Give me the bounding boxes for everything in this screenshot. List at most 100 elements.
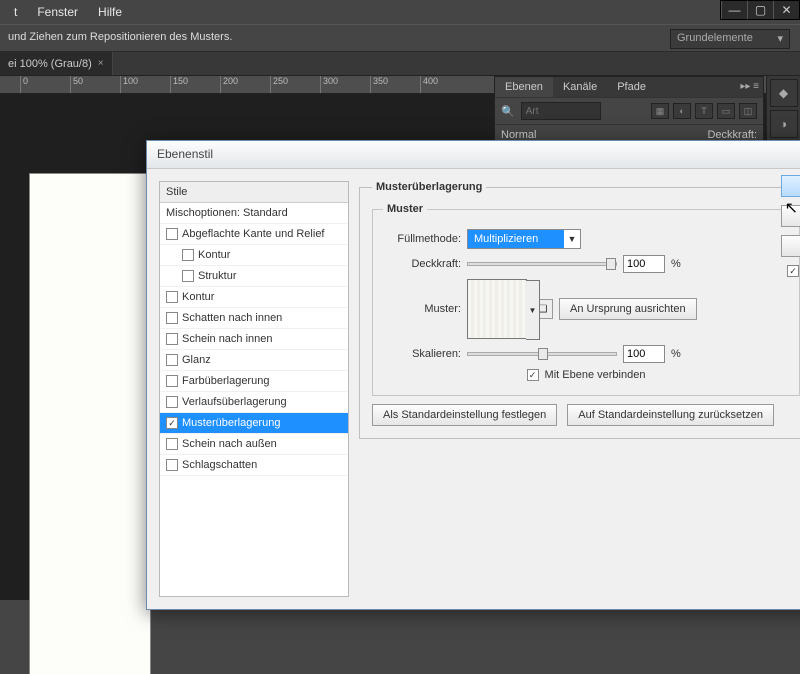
new-style-button[interactable]: N (781, 235, 800, 257)
style-item[interactable]: Kontur (160, 287, 348, 308)
preview-checkbox[interactable]: ✓ (787, 265, 799, 277)
document-tab-label: ei 100% (Grau/8) (8, 58, 92, 70)
opacity-label: Deckkraft: (383, 258, 461, 270)
style-checkbox[interactable] (182, 249, 194, 261)
adjust-dock-icon[interactable]: ◑ (770, 110, 798, 138)
style-checkbox[interactable] (166, 228, 178, 240)
style-item-label: Glanz (182, 354, 211, 366)
style-item-label: Abgeflachte Kante und Relief (182, 228, 325, 240)
scale-slider[interactable] (467, 352, 617, 356)
menu-item[interactable]: Fenster (27, 5, 88, 19)
style-checkbox[interactable] (166, 354, 178, 366)
layer-style-dialog: Ebenenstil Stile Mischoptionen: Standard… (146, 140, 800, 610)
style-checkbox[interactable] (166, 396, 178, 408)
ruler-tick: 400 (420, 76, 470, 93)
chevron-down-icon: ▼ (564, 234, 580, 244)
layers-panel: Ebenen Kanäle Pfade ▸▸ ≡ 🔍 ▦ ◐ T ▭ ◫ Nor… (494, 76, 764, 146)
menu-item[interactable]: Hilfe (88, 5, 132, 19)
scale-input[interactable] (623, 345, 665, 363)
style-checkbox[interactable] (166, 417, 178, 429)
style-checkbox[interactable] (166, 375, 178, 387)
filter-type-icon[interactable]: T (695, 103, 713, 119)
ok-button[interactable] (781, 175, 800, 197)
document-tab-row: ei 100% (Grau/8) × (0, 52, 800, 76)
make-default-button[interactable]: Als Standardeinstellung festlegen (372, 404, 557, 426)
minimize-button[interactable]: — (721, 1, 747, 19)
style-settings: Musterüberlagerung Muster Füllmethode: M… (359, 181, 800, 597)
layers-dock-icon[interactable]: ◆ (770, 79, 798, 107)
style-item-label: Schatten nach innen (182, 312, 282, 324)
style-item[interactable]: Struktur (160, 266, 348, 287)
cancel-button[interactable]: A (781, 205, 800, 227)
style-checkbox[interactable] (166, 312, 178, 324)
style-item[interactable]: Schatten nach innen (160, 308, 348, 329)
ruler-tick: 250 (270, 76, 320, 93)
pattern-swatch[interactable]: ▼ (467, 279, 527, 339)
link-layer-checkbox[interactable] (527, 369, 539, 381)
style-item[interactable]: Schlagschatten (160, 455, 348, 476)
dialog-title: Ebenenstil (147, 141, 800, 169)
close-button[interactable]: ✕ (773, 1, 799, 19)
preset-dropdown[interactable]: Grundelemente (670, 29, 790, 49)
style-checkbox[interactable] (166, 459, 178, 471)
opacity-slider[interactable] (467, 262, 617, 266)
blendmode-value: Multiplizieren (468, 230, 564, 248)
style-checkbox[interactable] (166, 438, 178, 450)
menu-item[interactable]: t (4, 5, 27, 19)
style-item[interactable]: Schein nach innen (160, 329, 348, 350)
style-item-label: Struktur (198, 270, 237, 282)
menubar: t Fenster Hilfe (0, 0, 800, 24)
style-item[interactable]: Abgeflachte Kante und Relief (160, 224, 348, 245)
scale-label: Skalieren: (383, 348, 461, 360)
inner-title: Muster (383, 203, 427, 215)
group-title: Musterüberlagerung (372, 181, 486, 193)
ruler-tick: 0 (20, 76, 70, 93)
layer-filter-input[interactable] (521, 102, 601, 120)
style-item-label: Farbüberlagerung (182, 375, 269, 387)
ruler-tick: 150 (170, 76, 220, 93)
chevron-down-icon[interactable]: ▼ (526, 280, 540, 340)
style-item[interactable]: Verlaufsüberlagerung (160, 392, 348, 413)
panel-menu-icon[interactable]: ▸▸ ≡ (740, 81, 759, 92)
pattern-label: Muster: (383, 303, 461, 315)
ruler-tick: 200 (220, 76, 270, 93)
style-checkbox[interactable] (182, 270, 194, 282)
style-item[interactable]: Farbüberlagerung (160, 371, 348, 392)
reset-default-button[interactable]: Auf Standardeinstellung zurücksetzen (567, 404, 774, 426)
style-item[interactable]: Musterüberlagerung (160, 413, 348, 434)
maximize-button[interactable]: ▢ (747, 1, 773, 19)
style-checkbox[interactable] (166, 333, 178, 345)
ruler-tick: 300 (320, 76, 370, 93)
document-canvas[interactable] (30, 174, 150, 674)
search-icon: 🔍 (501, 105, 515, 118)
styles-list: Stile Mischoptionen: Standard Abgeflacht… (159, 181, 349, 597)
style-item[interactable]: Schein nach außen (160, 434, 348, 455)
filter-pixel-icon[interactable]: ▦ (651, 103, 669, 119)
tab-paths[interactable]: Pfade (607, 77, 656, 97)
style-item-label: Kontur (182, 291, 214, 303)
style-item[interactable]: Kontur (160, 245, 348, 266)
percent-label: % (671, 258, 681, 270)
filter-shape-icon[interactable]: ▭ (717, 103, 735, 119)
dialog-action-strip: A N ✓ (781, 175, 800, 277)
blendmode-label: Füllmethode: (383, 233, 461, 245)
window-controls: — ▢ ✕ (720, 0, 800, 20)
ruler-tick: 350 (370, 76, 420, 93)
options-hint: und Ziehen zum Repositionieren des Muste… (8, 31, 232, 43)
style-checkbox[interactable] (166, 291, 178, 303)
style-item-label: Schein nach innen (182, 333, 273, 345)
blendmode-dropdown[interactable]: Multiplizieren ▼ (467, 229, 581, 249)
document-tab[interactable]: ei 100% (Grau/8) × (0, 52, 113, 75)
filter-smart-icon[interactable]: ◫ (739, 103, 757, 119)
style-item[interactable]: Glanz (160, 350, 348, 371)
snap-origin-button[interactable]: An Ursprung ausrichten (559, 298, 697, 320)
tab-channels[interactable]: Kanäle (553, 77, 607, 97)
style-item-label: Verlaufsüberlagerung (182, 396, 287, 408)
tab-layers[interactable]: Ebenen (495, 77, 553, 97)
styles-header: Stile (160, 182, 348, 203)
filter-adjust-icon[interactable]: ◐ (673, 103, 691, 119)
pattern-inner-group: Muster Füllmethode: Multiplizieren ▼ Dec… (372, 203, 800, 396)
opacity-input[interactable] (623, 255, 665, 273)
blending-options-item[interactable]: Mischoptionen: Standard (160, 203, 348, 224)
close-icon[interactable]: × (98, 58, 104, 69)
